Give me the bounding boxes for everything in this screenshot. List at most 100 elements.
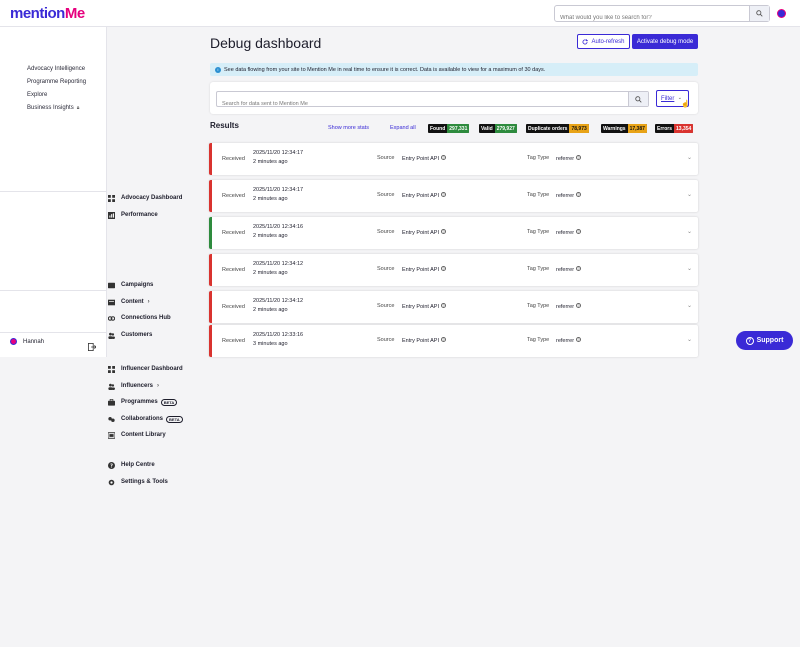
support-button[interactable]: ? Support	[736, 331, 793, 350]
stat-label: Errors	[657, 125, 673, 132]
result-row[interactable]: Received 2025/11/20 12:34:17 2 minutes a…	[209, 143, 698, 175]
user-profile[interactable]: Hannah	[10, 338, 44, 345]
top-bar: mentionMe	[0, 0, 800, 27]
source-label: Source	[377, 155, 395, 161]
expand-all-link[interactable]: Expand all	[390, 125, 416, 131]
result-row[interactable]: Received 2025/11/20 12:34:16 2 minutes a…	[209, 217, 698, 249]
sidebar-divider	[0, 191, 107, 192]
source-text: Entry Point API	[402, 267, 439, 273]
stat-label: Found	[430, 125, 446, 132]
stat-duplicate-orders: Duplicate orders 78,973	[526, 124, 589, 133]
show-more-stats-link[interactable]: Show more stats	[328, 125, 369, 131]
auto-refresh-button[interactable]: Auto-refresh	[577, 34, 630, 49]
help-circle-icon[interactable]: ?	[441, 155, 446, 160]
sidebar-item-settings[interactable]: Settings & Tools	[108, 317, 800, 647]
source-label: Source	[377, 303, 395, 309]
help-circle-icon[interactable]: ?	[441, 229, 446, 234]
support-label: Support	[756, 337, 784, 344]
sidebar-subitem-advocacy-intelligence[interactable]: Advocacy Intelligence	[27, 66, 85, 72]
main-content: Debug dashboard Auto-refresh Activate de…	[108, 27, 800, 357]
global-search-button[interactable]	[749, 6, 769, 21]
result-row[interactable]: Received 2025/11/20 12:34:12 2 minutes a…	[209, 291, 698, 323]
activate-debug-button[interactable]: Activate debug mode	[632, 34, 698, 49]
source-value: Entry Point API?	[402, 192, 446, 199]
results-title: Results	[210, 121, 239, 130]
sidebar-item-label: Business Insights	[27, 105, 74, 111]
received-label: Received	[222, 304, 245, 310]
source-text: Entry Point API	[402, 230, 439, 236]
tag-type-value: referrer?	[556, 266, 582, 273]
source-text: Entry Point API	[402, 193, 439, 199]
help-circle-icon[interactable]: ?	[576, 303, 582, 308]
global-search-input[interactable]	[555, 10, 745, 26]
tag-type-text: referrer	[556, 193, 575, 199]
logo-text: mention	[10, 5, 65, 22]
user-name: Hannah	[23, 338, 45, 345]
sidebar-divider	[0, 332, 107, 333]
mention-me-logo[interactable]: mentionMe	[10, 5, 85, 22]
result-row[interactable]: Received 2025/11/20 12:34:17 2 minutes a…	[209, 180, 698, 212]
help-circle-icon[interactable]: ?	[576, 155, 582, 160]
chevron-down-icon[interactable]: ⌄	[687, 228, 692, 235]
help-circle-icon[interactable]: ?	[441, 303, 446, 308]
help-circle-icon[interactable]: ?	[441, 266, 446, 271]
search-icon	[635, 95, 642, 103]
received-ago: 2 minutes ago	[253, 233, 288, 239]
tag-type-label: Tag Type	[527, 155, 550, 161]
stat-warnings: Warnings 17,387	[601, 124, 647, 133]
stat-valid: Valid 279,927	[479, 124, 517, 133]
help-circle-icon[interactable]: ?	[576, 192, 582, 197]
stat-value: 17,387	[627, 124, 647, 133]
help-circle-icon[interactable]: ?	[441, 192, 446, 197]
stat-errors: Errors 13,354	[655, 124, 694, 133]
result-row[interactable]: Received 2025/11/20 12:33:16 3 minutes a…	[209, 325, 698, 357]
pointer-cursor-icon: ☝	[681, 101, 690, 108]
tag-type-text: referrer	[556, 338, 575, 344]
received-ago: 2 minutes ago	[253, 196, 288, 202]
help-circle-icon[interactable]: ?	[576, 266, 582, 271]
source-label: Source	[377, 266, 395, 272]
source-label: Source	[377, 337, 395, 343]
chevron-down-icon[interactable]: ⌄	[687, 191, 692, 198]
filter-dropdown[interactable]: Filter ⌄ ☝	[656, 90, 690, 108]
received-timestamp: 2025/11/20 12:34:12	[253, 261, 304, 267]
stat-label: Duplicate orders	[528, 125, 568, 132]
data-search-input[interactable]	[217, 97, 627, 111]
received-timestamp: 2025/11/20 12:34:12	[253, 298, 304, 304]
tag-type-value: referrer?	[556, 192, 582, 199]
data-search-button[interactable]	[628, 92, 648, 106]
help-circle-icon[interactable]: ?	[576, 229, 582, 234]
sidebar-subitem-explore[interactable]: Explore	[27, 92, 47, 98]
help-circle-icon[interactable]: ?	[441, 337, 446, 342]
avatar	[10, 338, 17, 345]
logo-text-me: Me	[64, 5, 85, 22]
stat-value: 297,331	[447, 124, 470, 133]
stat-value: 78,973	[569, 124, 589, 133]
tag-type-value: referrer?	[556, 155, 582, 162]
received-timestamp: 2025/11/20 12:34:17	[253, 150, 304, 156]
help-circle-icon[interactable]: ?	[576, 337, 582, 342]
tag-type-text: referrer	[556, 230, 575, 236]
sidebar-subitem-programme-reporting[interactable]: Programme Reporting	[27, 79, 86, 85]
stat-value: 13,354	[674, 124, 694, 133]
sidebar-subitem-business-insights[interactable]: Business Insights 🔒︎	[27, 105, 79, 111]
logout-icon[interactable]	[88, 338, 97, 356]
source-text: Entry Point API	[402, 338, 439, 344]
chevron-down-icon[interactable]: ⌄	[687, 302, 692, 309]
lock-icon: 🔒︎	[76, 105, 80, 111]
stat-label: Valid	[481, 125, 493, 132]
source-label: Source	[377, 229, 395, 235]
source-label: Source	[377, 192, 395, 198]
result-row[interactable]: Received 2025/11/20 12:34:12 2 minutes a…	[209, 254, 698, 286]
tag-type-label: Tag Type	[527, 229, 550, 235]
chevron-down-icon[interactable]: ⌄	[687, 336, 692, 343]
chevron-down-icon[interactable]: ⌄	[687, 265, 692, 272]
user-avatar[interactable]	[777, 9, 786, 18]
info-banner: i See data flowing from your site to Men…	[210, 63, 698, 76]
source-value: Entry Point API?	[402, 337, 446, 344]
tag-type-value: referrer?	[556, 337, 582, 344]
received-label: Received	[222, 338, 245, 344]
chevron-down-icon[interactable]: ⌄	[687, 154, 692, 161]
received-ago: 2 minutes ago	[253, 159, 288, 165]
received-ago: 3 minutes ago	[253, 341, 288, 347]
